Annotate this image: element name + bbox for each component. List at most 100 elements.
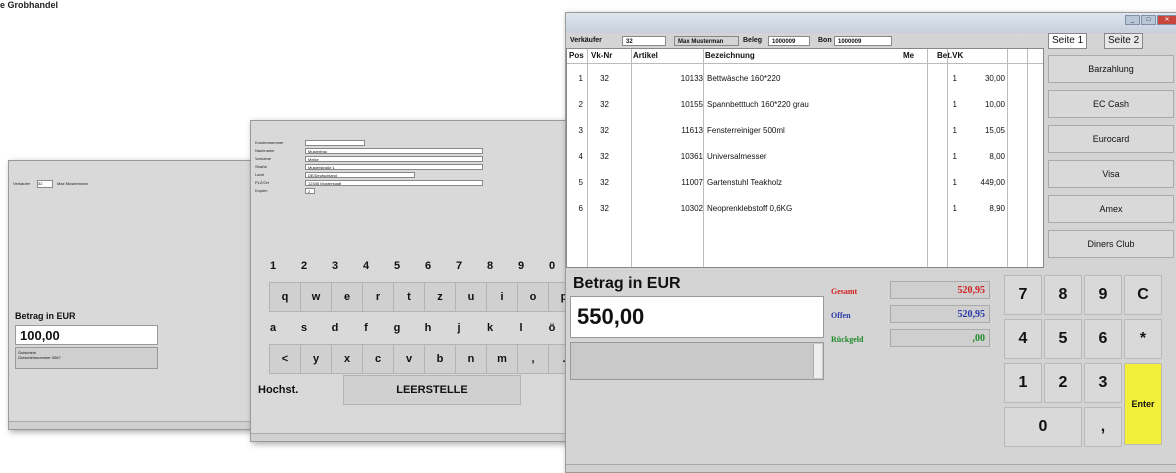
items-table: Pos Vk-Nr Artikel Bezeichnung Me Bet.VK 1 32 101…	[566, 48, 1044, 268]
table-row[interactable]: 4 32 10361 Universalmesser 1 8,00	[567, 143, 1043, 169]
key-row1[interactable]: 6	[412, 251, 444, 281]
key-row2[interactable]: q	[269, 282, 301, 312]
field-label: Land	[255, 172, 264, 177]
key-row1[interactable]: 1	[257, 251, 289, 281]
key-row2[interactable]: r	[362, 282, 394, 312]
numpad-key[interactable]: 6	[1084, 319, 1122, 359]
field-label: Kundennummer	[255, 140, 284, 145]
key-row1[interactable]: 0	[536, 251, 568, 281]
numpad-key[interactable]: Enter	[1124, 363, 1162, 445]
key-row4[interactable]: ,	[517, 344, 549, 374]
numpad-key[interactable]: 4	[1004, 319, 1042, 359]
table-cell: 32	[600, 152, 609, 161]
field-input[interactable]: Meike	[305, 155, 483, 162]
table-cell: Spannbetttuch 160*220 grau	[707, 100, 809, 109]
amount-field[interactable]: 100,00	[15, 325, 158, 345]
numpad-key[interactable]: 3	[1084, 363, 1122, 403]
key-row3[interactable]: k	[474, 313, 506, 343]
key-row3[interactable]: a	[257, 313, 289, 343]
field-input[interactable]: Musterstraße 1	[305, 163, 483, 170]
page-tabs: Seite 1 Seite 2	[1046, 33, 1176, 49]
key-row3[interactable]: g	[381, 313, 413, 343]
key-row4[interactable]: x	[331, 344, 363, 374]
key-row3[interactable]: f	[350, 313, 382, 343]
key-row2[interactable]: u	[455, 282, 487, 312]
key-row4[interactable]: c	[362, 344, 394, 374]
field-input[interactable]: Musterfrau	[305, 147, 483, 154]
numpad-key[interactable]: 9	[1084, 275, 1122, 315]
close-icon[interactable]: ✕	[1157, 15, 1176, 25]
table-row[interactable]: 2 32 10155 Spannbetttuch 160*220 grau 1 10,00	[567, 91, 1043, 117]
numpad-key[interactable]: C	[1124, 275, 1162, 315]
amount-field[interactable]: 550,00	[570, 296, 824, 338]
key-row2[interactable]: i	[486, 282, 518, 312]
numpad-key[interactable]: ,	[1084, 407, 1122, 447]
field-input[interactable]	[305, 139, 365, 146]
bon-field[interactable]: 1000009	[834, 36, 892, 46]
key-row1[interactable]: 5	[381, 251, 413, 281]
table-row[interactable]: 5 32 11007 Gartenstuhl Teakholz 1 449,00	[567, 169, 1043, 195]
tab-page-2[interactable]: Seite 2	[1104, 33, 1144, 49]
key-row2[interactable]: o	[517, 282, 549, 312]
payment-button[interactable]: Eurocard	[1048, 125, 1174, 153]
space-key[interactable]: LEERSTELLE	[343, 375, 521, 405]
table-cell: 10133	[680, 74, 703, 83]
key-row4[interactable]: b	[424, 344, 456, 374]
table-cell: 32	[600, 126, 609, 135]
field-label: Straße	[255, 164, 268, 169]
key-row1[interactable]: 9	[505, 251, 537, 281]
form-row: Land DE/Deutschland	[255, 171, 415, 178]
numpad-key[interactable]: 7	[1004, 275, 1042, 315]
field-input[interactable]: 2	[305, 187, 315, 194]
key-row2[interactable]: t	[393, 282, 425, 312]
key-row4[interactable]: <	[269, 344, 301, 374]
minimize-icon[interactable]: _	[1125, 15, 1140, 25]
field-input[interactable]: 12345 Musterstadt	[305, 179, 483, 186]
key-row1[interactable]: 8	[474, 251, 506, 281]
key-row3[interactable]: j	[443, 313, 475, 343]
table-cell: 1	[952, 152, 957, 161]
receipt-field[interactable]: 1000009	[768, 36, 810, 46]
numpad-key[interactable]: *	[1124, 319, 1162, 359]
numpad-key[interactable]: 5	[1044, 319, 1082, 359]
key-row3[interactable]: l	[505, 313, 537, 343]
key-row4[interactable]: y	[300, 344, 332, 374]
key-row3[interactable]: d	[319, 313, 351, 343]
total-value: 520,95	[890, 281, 990, 299]
key-row1[interactable]: 4	[350, 251, 382, 281]
shift-key[interactable]: Hochst.	[255, 375, 305, 405]
maximize-icon[interactable]: □	[1141, 15, 1156, 25]
key-row4[interactable]: m	[486, 344, 518, 374]
key-row1[interactable]: 7	[443, 251, 475, 281]
scrollbar[interactable]	[813, 344, 822, 378]
tab-page-1[interactable]: Seite 1	[1048, 33, 1088, 49]
numpad-key[interactable]: 1	[1004, 363, 1042, 403]
key-row2[interactable]: z	[424, 282, 456, 312]
key-row1[interactable]: 3	[319, 251, 351, 281]
key-row4[interactable]: n	[455, 344, 487, 374]
seller-field[interactable]: 32	[622, 36, 666, 46]
key-row2[interactable]: w	[300, 282, 332, 312]
table-row[interactable]: 6 32 10302 Neoprenklebstoff 0,6KG 1 8,90	[567, 195, 1043, 221]
receipt-header: Verkäufer 32 Max Musterman Beleg 1000009…	[566, 34, 1044, 48]
key-row4[interactable]: v	[393, 344, 425, 374]
payment-button[interactable]: Visa	[1048, 160, 1174, 188]
payment-button[interactable]: Amex	[1048, 195, 1174, 223]
payment-button[interactable]: Barzahlung	[1048, 55, 1174, 83]
key-row1[interactable]: 2	[288, 251, 320, 281]
key-row3[interactable]: h	[412, 313, 444, 343]
payment-button[interactable]: EC Cash	[1048, 90, 1174, 118]
seller-field[interactable]: 32	[37, 180, 53, 188]
key-row3[interactable]: ö	[536, 313, 568, 343]
table-row[interactable]: 3 32 11613 Fensterreiniger 500ml 1 15,05	[567, 117, 1043, 143]
numpad-key[interactable]: 8	[1044, 275, 1082, 315]
key-row3[interactable]: s	[288, 313, 320, 343]
field-input[interactable]: DE/Deutschland	[305, 171, 415, 178]
table-row[interactable]: 1 32 10133 Bettwäsche 160*220 1 30,00	[567, 65, 1043, 91]
numpad-key[interactable]: 0	[1004, 407, 1082, 447]
table-cell: 10361	[680, 152, 703, 161]
payment-button[interactable]: Diners Club	[1048, 230, 1174, 258]
numpad-key[interactable]: 2	[1044, 363, 1082, 403]
pos-main-window: _ □ ✕ Verkäufer 32 Max Musterman Beleg 1…	[565, 12, 1176, 473]
key-row2[interactable]: e	[331, 282, 363, 312]
